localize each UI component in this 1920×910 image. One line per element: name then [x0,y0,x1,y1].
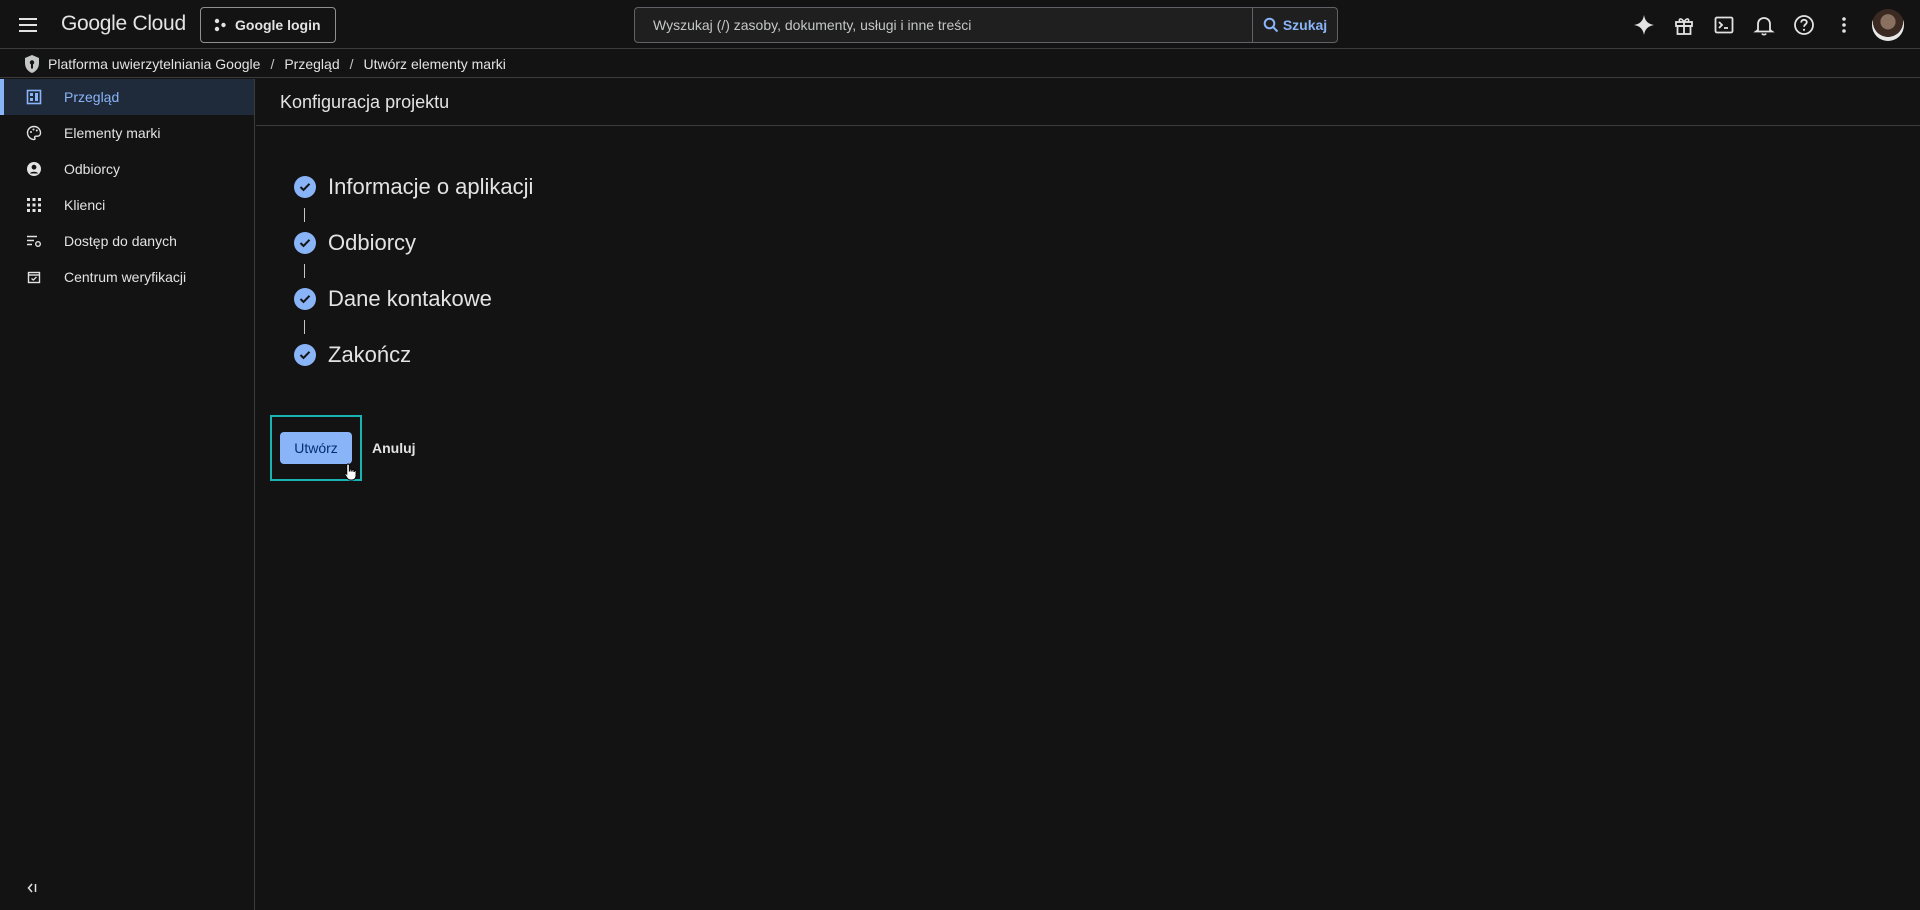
step-app-info[interactable]: Informacje o aplikacji [294,169,533,205]
breadcrumb-separator: / [349,55,354,72]
person-circle-icon [24,159,44,179]
setup-stepper: Informacje o aplikacji Odbiorcy Dane kon… [294,169,533,373]
form-actions: Utwórz Anuluj [270,415,416,481]
sidebar-item-overview[interactable]: Przegląd [0,79,254,115]
check-circle-icon [294,232,316,254]
apps-grid-icon [24,195,44,215]
sidebar-item-label: Odbiorcy [64,161,121,177]
more-vert-icon[interactable] [1832,13,1856,37]
help-icon[interactable] [1792,13,1816,37]
check-circle-icon [294,288,316,310]
sidebar-item-label: Klienci [64,197,106,213]
project-picker-label: Google login [235,17,321,33]
sidebar-item-label: Elementy marki [64,125,161,141]
verified-calendar-icon [24,267,44,287]
user-avatar[interactable] [1872,9,1904,41]
top-actions [1632,9,1904,41]
search-bar: Szukaj [634,7,1338,43]
step-connector [304,208,305,222]
palette-icon [24,123,44,143]
step-connector [304,320,305,334]
bell-icon[interactable] [1752,13,1776,37]
step-label: Informacje o aplikacji [328,174,534,199]
search-icon [1263,17,1279,33]
step-finish[interactable]: Zakończ [294,337,533,373]
breadcrumb-separator: / [270,55,275,72]
breadcrumb: Platforma uwierzytelniania Google / Prze… [0,50,1920,78]
search-button[interactable]: Szukaj [1252,8,1337,42]
step-label: Zakończ [328,342,412,367]
sidebar-item-label: Przegląd [64,89,120,105]
breadcrumb-item-overview[interactable]: Przegląd [284,56,339,72]
breadcrumb-item-create-branding: Utwórz elementy marki [363,55,506,72]
dashboard-icon [24,87,44,107]
shield-keyhole-icon [22,54,42,74]
list-settings-icon [24,231,44,251]
step-audience[interactable]: Odbiorcy [294,225,533,261]
sidebar-item-audience[interactable]: Odbiorcy [0,151,254,187]
check-circle-icon [294,344,316,366]
step-label: Odbiorcy [328,230,417,255]
sidebar-item-branding[interactable]: Elementy marki [0,115,254,151]
sidebar-item-label: Dostęp do danych [64,233,177,249]
project-picker-button[interactable]: Google login [200,7,336,43]
search-input[interactable] [635,8,1252,42]
sidebar-item-data-access[interactable]: Dostęp do danych [0,223,254,259]
create-button[interactable]: Utwórz [280,432,352,464]
hand-cursor-icon [344,463,357,481]
project-nodes-icon [214,18,226,32]
sidebar: Przegląd Elementy marki Odbiorcy Klienci… [0,79,255,910]
main-menu-button[interactable] [16,13,40,37]
create-button-focus-ring: Utwórz [270,415,362,481]
gift-icon[interactable] [1672,13,1696,37]
step-contact-info[interactable]: Dane kontakowe [294,281,533,317]
step-label: Dane kontakowe [328,286,492,311]
sidebar-item-clients[interactable]: Klienci [0,187,254,223]
google-cloud-logo[interactable]: Google Cloud [61,12,186,36]
check-circle-icon [294,176,316,198]
page-title: Konfiguracja projektu [256,79,1920,126]
breadcrumb-item-platform[interactable]: Platforma uwierzytelniania Google [48,56,260,72]
cancel-button[interactable]: Anuluj [372,434,416,462]
menu-line [19,18,37,20]
sidebar-item-verification-center[interactable]: Centrum weryfikacji [0,259,254,295]
sidebar-item-label: Centrum weryfikacji [64,269,187,285]
menu-line [19,30,37,32]
menu-line [19,24,37,26]
search-button-label: Szukaj [1282,17,1328,33]
terminal-icon[interactable] [1712,13,1736,37]
main-content: Konfiguracja projektu Informacje o aplik… [256,79,1920,910]
step-connector [304,264,305,278]
top-bar: Google Cloud Google login Szukaj [0,0,1920,49]
gemini-icon[interactable] [1632,13,1656,37]
collapse-sidebar-icon[interactable] [22,878,42,898]
